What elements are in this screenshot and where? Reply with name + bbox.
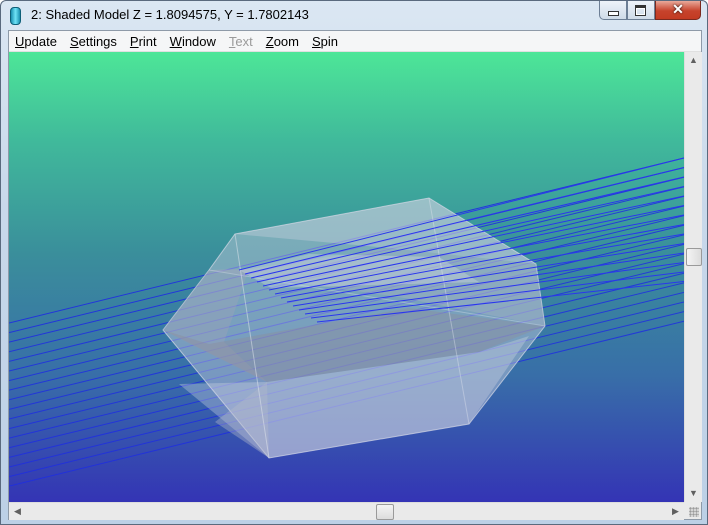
app-window: 2: Shaded Model Z = 1.8094575, Y = 1.780… xyxy=(0,0,708,525)
window-title: 2: Shaded Model Z = 1.8094575, Y = 1.780… xyxy=(31,7,309,22)
maximize-button[interactable] xyxy=(627,1,655,20)
menu-bar: Update Settings Print Window Text Zoom S… xyxy=(9,31,701,52)
scroll-up-icon[interactable]: ▲ xyxy=(685,52,702,69)
polyhedron-model xyxy=(162,197,546,459)
minimize-button[interactable] xyxy=(599,1,627,20)
menu-settings[interactable]: Settings xyxy=(64,34,123,49)
shaded-model-viewport[interactable] xyxy=(9,52,684,502)
close-button[interactable]: ✕ xyxy=(655,1,701,20)
caption-buttons: ✕ xyxy=(599,1,701,21)
minimize-icon xyxy=(608,11,619,16)
menu-zoom[interactable]: Zoom xyxy=(260,34,305,49)
scroll-left-icon[interactable]: ◀ xyxy=(9,503,26,520)
menu-text: Text xyxy=(228,33,253,49)
resize-grip[interactable] xyxy=(684,502,701,519)
vertical-scroll-thumb[interactable] xyxy=(686,248,702,266)
horizontal-scrollbar[interactable]: ◀ ▶ xyxy=(9,502,684,520)
vertical-scrollbar[interactable]: ▲ ▼ xyxy=(684,52,702,502)
menu-spin[interactable]: Spin xyxy=(306,34,344,49)
menu-update[interactable]: Update xyxy=(9,34,63,49)
scroll-down-icon[interactable]: ▼ xyxy=(685,485,702,502)
menu-print[interactable]: Print xyxy=(124,34,163,49)
close-icon: ✕ xyxy=(672,1,684,17)
app-icon[interactable] xyxy=(10,7,21,25)
client-area: Update Settings Print Window Text Zoom S… xyxy=(8,30,702,520)
title-bar[interactable]: 2: Shaded Model Z = 1.8094575, Y = 1.780… xyxy=(1,1,707,29)
resize-grip-icon xyxy=(689,507,699,517)
horizontal-scroll-thumb[interactable] xyxy=(376,504,394,520)
menu-window[interactable]: Window xyxy=(164,34,222,49)
scroll-right-icon[interactable]: ▶ xyxy=(667,503,684,520)
shaded-model-graphic xyxy=(9,157,684,487)
maximize-icon xyxy=(635,5,646,16)
